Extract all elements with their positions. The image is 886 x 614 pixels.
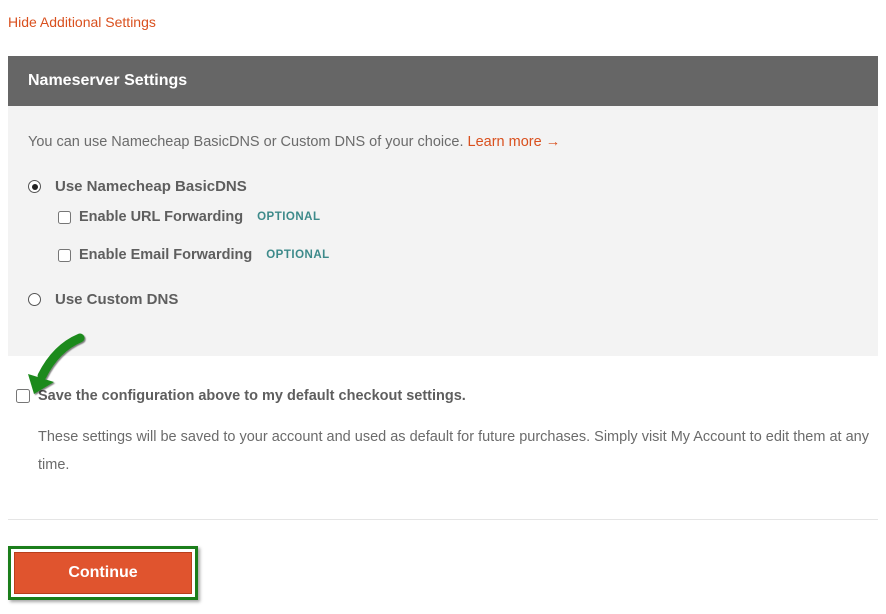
learn-more-link[interactable]: Learn more →: [468, 134, 561, 150]
optional-badge: OPTIONAL: [266, 249, 329, 261]
panel-title: Nameserver Settings: [8, 56, 878, 106]
url-forwarding-checkbox[interactable]: [58, 211, 71, 224]
intro-plain-text: You can use Namecheap BasicDNS or Custom…: [28, 134, 468, 150]
custom-dns-option-row: Use Custom DNS: [28, 291, 858, 308]
optional-badge: OPTIONAL: [257, 211, 320, 223]
panel-body: You can use Namecheap BasicDNS or Custom…: [8, 106, 878, 356]
basic-dns-option-row: Use Namecheap BasicDNS: [28, 178, 858, 195]
nameserver-settings-panel: Nameserver Settings You can use Namechea…: [8, 56, 878, 356]
hide-additional-settings-link[interactable]: Hide Additional Settings: [8, 14, 156, 30]
email-forwarding-row: Enable Email Forwarding OPTIONAL: [58, 247, 858, 263]
url-forwarding-label[interactable]: Enable URL Forwarding: [79, 209, 243, 225]
save-config-description: These settings will be saved to your acc…: [38, 424, 870, 479]
basic-dns-sub-options: Enable URL Forwarding OPTIONAL Enable Em…: [58, 209, 858, 263]
custom-dns-label[interactable]: Use Custom DNS: [55, 291, 178, 308]
save-config-section: Save the configuration above to my defau…: [8, 366, 878, 489]
section-divider: [8, 519, 878, 520]
save-config-checkbox[interactable]: [16, 389, 30, 403]
continue-button[interactable]: Continue: [14, 552, 192, 594]
save-config-row: Save the configuration above to my defau…: [16, 388, 870, 404]
basic-dns-radio[interactable]: [28, 180, 41, 193]
continue-highlight-box: Continue: [8, 546, 198, 600]
basic-dns-label[interactable]: Use Namecheap BasicDNS: [55, 178, 247, 195]
email-forwarding-checkbox[interactable]: [58, 249, 71, 262]
custom-dns-radio[interactable]: [28, 293, 41, 306]
intro-text: You can use Namecheap BasicDNS or Custom…: [28, 134, 858, 150]
email-forwarding-label[interactable]: Enable Email Forwarding: [79, 247, 252, 263]
url-forwarding-row: Enable URL Forwarding OPTIONAL: [58, 209, 858, 225]
save-config-label[interactable]: Save the configuration above to my defau…: [38, 388, 466, 404]
